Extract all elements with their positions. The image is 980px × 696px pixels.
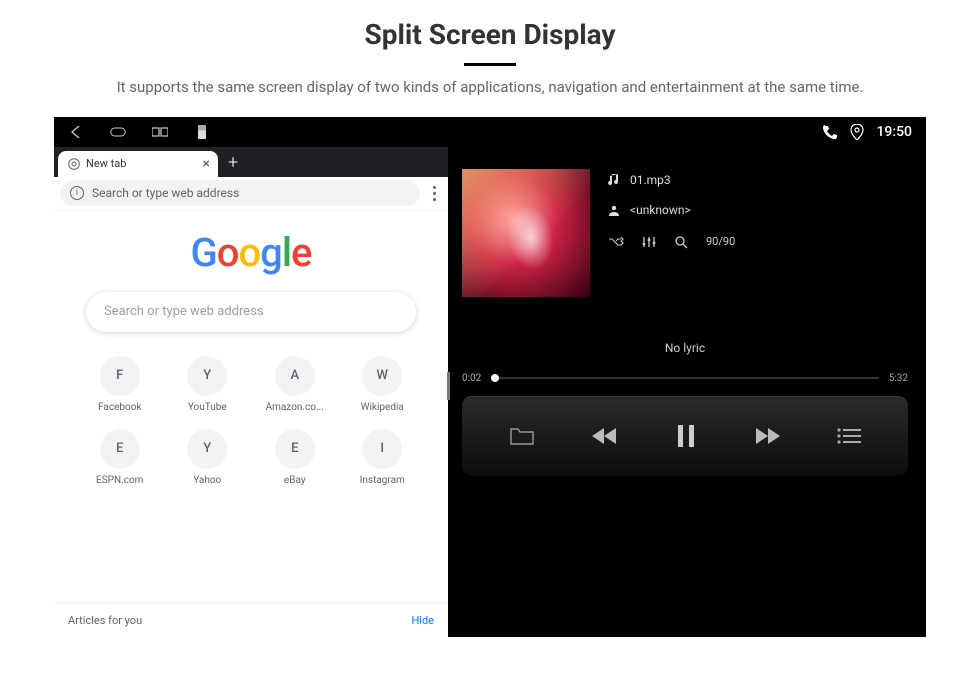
bookmark-wikipedia[interactable]: W Wikipedia xyxy=(344,356,422,413)
articles-label: Articles for you xyxy=(68,614,142,627)
location-icon[interactable] xyxy=(850,124,864,140)
bookmark-grid: F Facebook Y YouTube A Amazon.co... W Wikipe… xyxy=(81,356,421,486)
bookmark-label: Instagram xyxy=(360,475,405,486)
page-subtitle: It supports the same screen display of t… xyxy=(40,76,940,99)
device-screenshot: 19:50 New tab × + i Search or type web a… xyxy=(54,117,926,637)
site-info-icon[interactable]: i xyxy=(70,186,84,200)
playback-mode-row: 90/90 xyxy=(608,235,735,249)
artist-icon xyxy=(608,204,620,216)
equalizer-icon[interactable] xyxy=(642,236,656,248)
title-underline xyxy=(464,63,516,66)
time-duration: 5:32 xyxy=(889,373,908,384)
search-icon[interactable] xyxy=(674,235,688,249)
phone-icon[interactable] xyxy=(822,124,838,140)
tab-title: New tab xyxy=(86,157,126,170)
bookmark-letter: A xyxy=(275,356,315,396)
google-logo: Google xyxy=(191,229,312,276)
status-right: 19:50 xyxy=(822,124,912,140)
pause-button[interactable] xyxy=(676,424,696,448)
omnibox[interactable]: i Search or type web address xyxy=(60,180,420,206)
chrome-toolbar: i Search or type web address xyxy=(54,177,448,211)
articles-for-you-row: Articles for you Hide xyxy=(54,603,448,637)
chrome-tab[interactable]: New tab × xyxy=(58,151,218,177)
artist-name: <unknown> xyxy=(630,203,691,217)
artist-row: <unknown> xyxy=(608,203,735,217)
bookmark-label: Yahoo xyxy=(193,475,221,486)
track-area: 01.mp3 <unknown> xyxy=(462,169,908,297)
bookmark-yahoo[interactable]: Y Yahoo xyxy=(169,429,247,486)
bookmark-letter: E xyxy=(275,429,315,469)
chrome-tab-strip: New tab × + xyxy=(54,147,448,177)
new-tab-button[interactable]: + xyxy=(228,152,238,173)
bookmark-facebook[interactable]: F Facebook xyxy=(81,356,159,413)
chrome-favicon-icon xyxy=(68,158,80,170)
omnibox-placeholder: Search or type web address xyxy=(92,186,239,200)
track-filename: 01.mp3 xyxy=(630,173,671,187)
previous-track-button[interactable] xyxy=(592,426,618,446)
progress-row: 0:02 5:32 xyxy=(462,373,908,384)
nav-buttons xyxy=(68,125,210,139)
chrome-menu-icon[interactable] xyxy=(426,186,442,201)
bookmark-letter: I xyxy=(362,429,402,469)
page-title: Split Screen Display xyxy=(0,18,980,51)
bookmark-letter: F xyxy=(100,356,140,396)
chrome-ntp: Google Search or type web address F Faceb… xyxy=(54,211,448,637)
shuffle-icon[interactable] xyxy=(608,236,624,248)
lyric-text: No lyric xyxy=(462,341,908,355)
page-header: Split Screen Display It supports the sam… xyxy=(0,0,980,99)
bookmark-label: Amazon.co... xyxy=(266,402,324,413)
bookmark-ebay[interactable]: EeBay xyxy=(256,429,334,486)
close-tab-icon[interactable]: × xyxy=(203,156,210,172)
bookmark-letter: Y xyxy=(187,356,227,396)
bookmark-amazon[interactable]: A Amazon.co... xyxy=(256,356,334,413)
bookmark-label: YouTube xyxy=(188,402,227,413)
chrome-pane: New tab × + i Search or type web address… xyxy=(54,147,448,637)
android-status-bar: 19:50 xyxy=(54,117,926,147)
track-meta: 01.mp3 <unknown> xyxy=(608,169,735,297)
split-divider-handle[interactable] xyxy=(447,372,450,400)
searchbox-placeholder: Search or type web address xyxy=(104,304,264,319)
bookmark-letter: E xyxy=(100,429,140,469)
bookmark-label: Facebook xyxy=(98,402,141,413)
bookmark-label: ESPN.com xyxy=(96,475,143,486)
music-player-pane: 01.mp3 <unknown> xyxy=(448,147,926,637)
album-art[interactable] xyxy=(462,169,590,297)
bookmark-letter: Y xyxy=(187,429,227,469)
search-input[interactable]: Search or type web address xyxy=(86,292,416,332)
bookmark-instagram[interactable]: I Instagram xyxy=(344,429,422,486)
recents-icon[interactable] xyxy=(152,125,168,139)
splitscreen-body: New tab × + i Search or type web address… xyxy=(54,147,926,637)
next-track-button[interactable] xyxy=(754,426,780,446)
back-icon[interactable] xyxy=(68,125,84,139)
playback-controls xyxy=(462,396,908,476)
open-folder-button[interactable] xyxy=(509,425,535,447)
time-elapsed: 0:02 xyxy=(462,373,481,384)
track-filename-row: 01.mp3 xyxy=(608,173,735,187)
bookmark-letter: W xyxy=(362,356,402,396)
bookmark-youtube[interactable]: Y YouTube xyxy=(169,356,247,413)
progress-slider[interactable] xyxy=(491,377,878,379)
bookmark-label: Wikipedia xyxy=(361,402,404,413)
home-icon[interactable] xyxy=(110,125,126,139)
usb-icon xyxy=(194,125,210,139)
playlist-button[interactable] xyxy=(837,427,861,445)
track-position: 90/90 xyxy=(706,235,735,248)
progress-thumb[interactable] xyxy=(491,374,499,382)
bookmark-label: eBay xyxy=(284,475,306,486)
music-note-icon xyxy=(608,173,620,187)
hide-link[interactable]: Hide xyxy=(411,614,434,627)
clock-time: 19:50 xyxy=(876,124,912,140)
bookmark-espn[interactable]: E ESPN.com xyxy=(81,429,159,486)
